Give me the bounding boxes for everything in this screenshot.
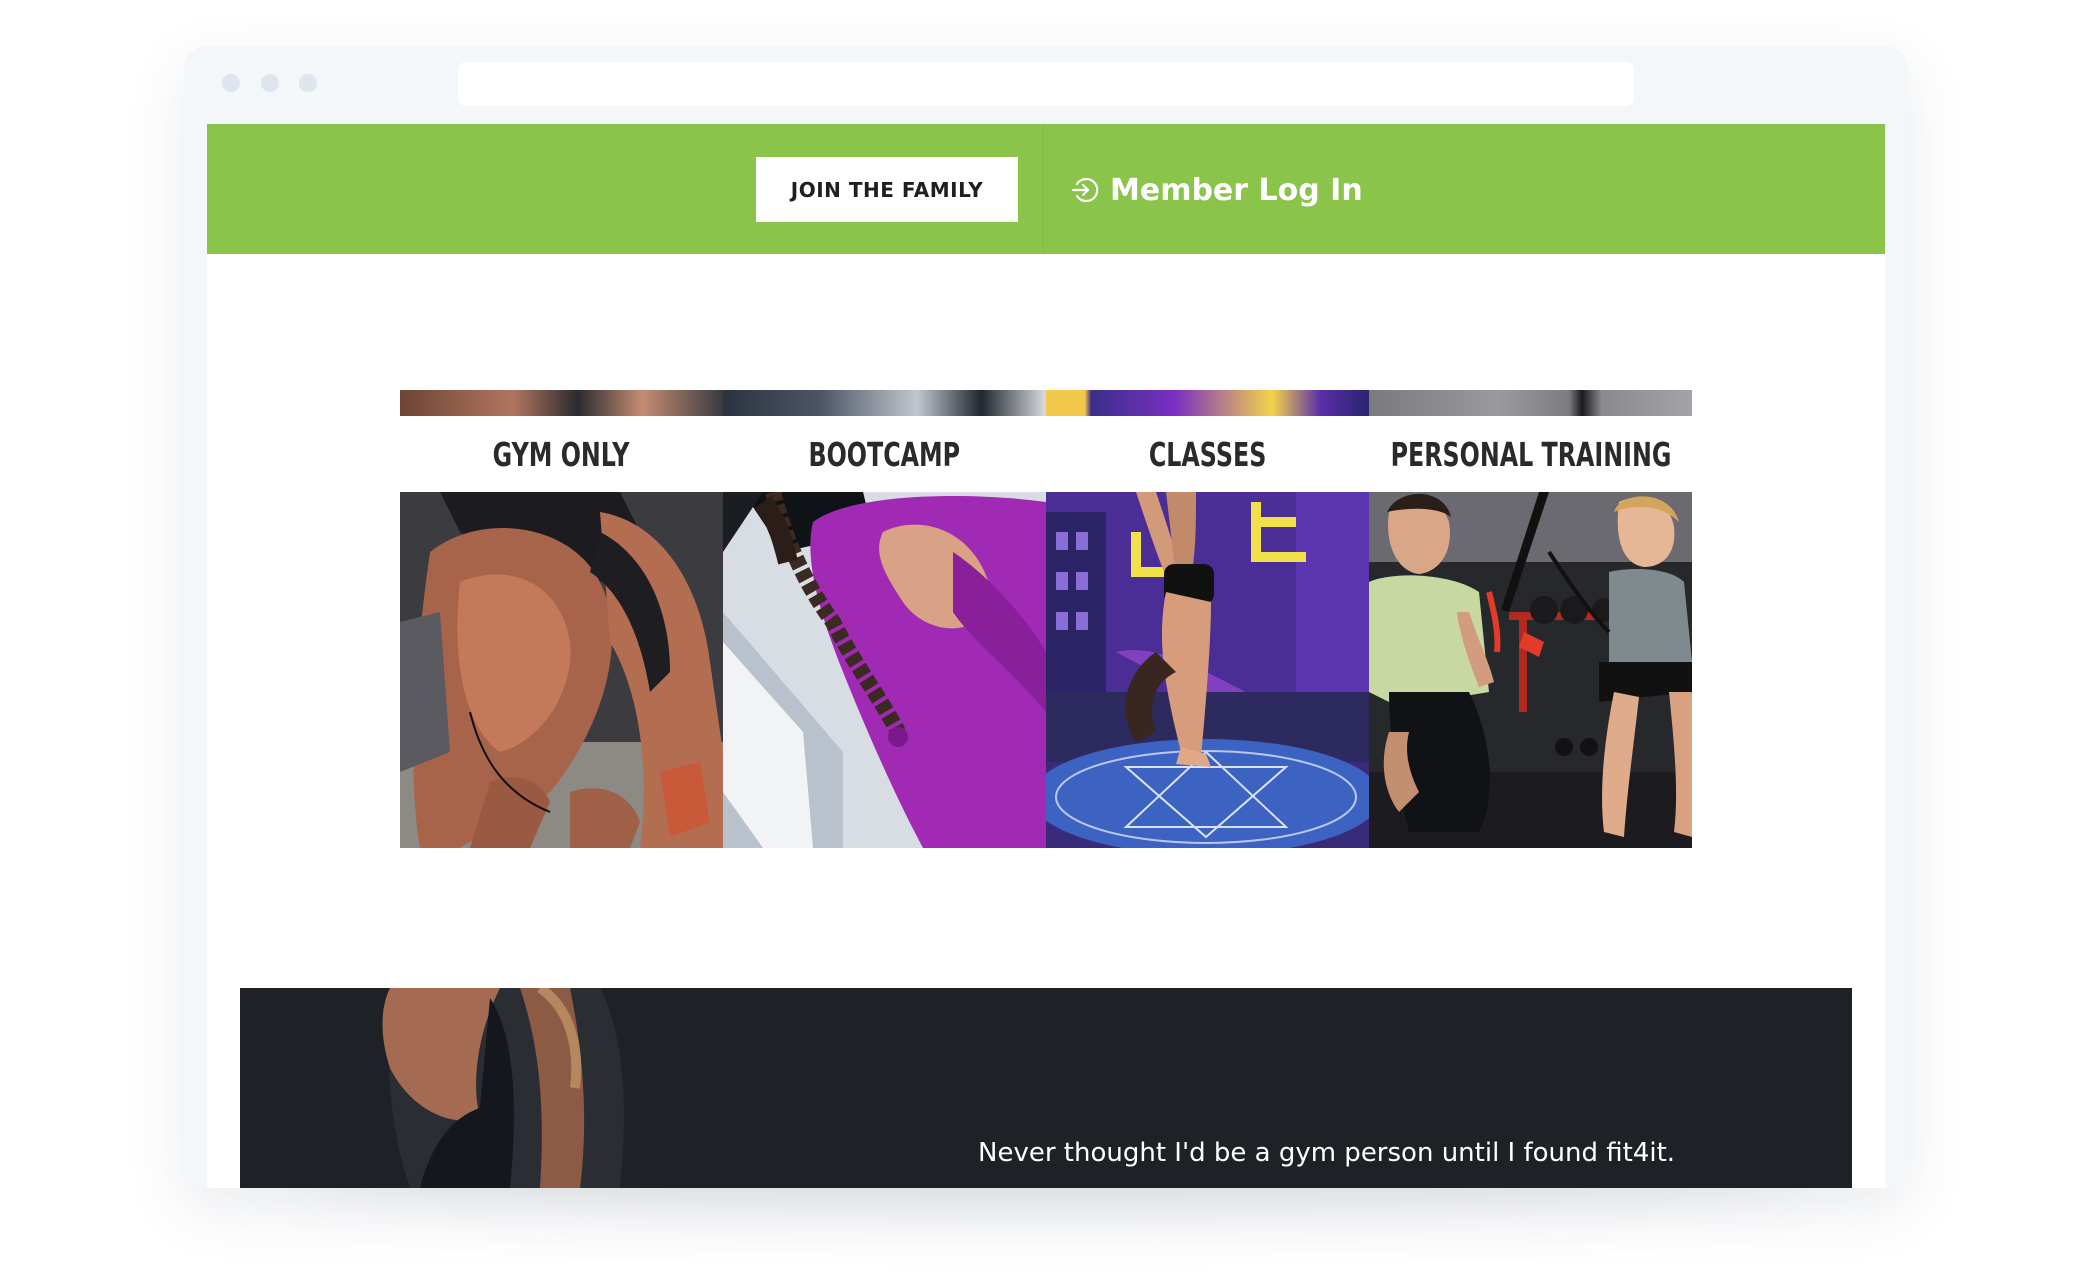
- window-close-dot[interactable]: [222, 74, 240, 92]
- testimonial-section: Never thought I'd be a gym person until …: [240, 988, 1852, 1188]
- program-card-classes[interactable]: CLASSES: [1046, 390, 1369, 848]
- join-button-label: JOIN THE FAMILY: [790, 177, 984, 202]
- top-bar-divider: [1043, 124, 1044, 254]
- browser-window: JOIN THE FAMILY Member Log In GYM ONLY B…: [184, 46, 1908, 1188]
- muscular-man-tying-shoe-photo: [400, 492, 723, 848]
- address-bar[interactable]: [458, 62, 1634, 106]
- join-the-family-button[interactable]: JOIN THE FAMILY: [756, 157, 1018, 222]
- card-label-area: GYM ONLY: [400, 416, 723, 492]
- card-label-area: CLASSES: [1046, 416, 1369, 492]
- program-label: BOOTCAMP: [808, 434, 961, 474]
- card-top-strip: [400, 390, 723, 416]
- program-card-gym-only[interactable]: GYM ONLY: [400, 390, 723, 848]
- web-page: JOIN THE FAMILY Member Log In GYM ONLY B…: [207, 124, 1885, 1188]
- program-label: PERSONAL TRAINING: [1390, 434, 1671, 474]
- testimonial-athlete-photo: [240, 988, 800, 1188]
- program-label: GYM ONLY: [493, 434, 630, 474]
- login-arrow-icon: [1071, 177, 1099, 203]
- member-login-link[interactable]: Member Log In: [1070, 170, 1363, 210]
- trainer-and-client-gym-photo: [1369, 492, 1692, 848]
- card-top-strip: [723, 390, 1046, 416]
- program-card-personal-training[interactable]: PERSONAL TRAINING: [1369, 390, 1692, 848]
- card-label-area: BOOTCAMP: [723, 416, 1046, 492]
- window-minimize-dot[interactable]: [261, 74, 279, 92]
- card-top-strip: [1046, 390, 1369, 416]
- program-label: CLASSES: [1148, 434, 1267, 474]
- testimonial-quote: Never thought I'd be a gym person until …: [978, 1138, 1676, 1168]
- member-login-label: Member Log In: [1110, 172, 1363, 208]
- woman-braid-purple-shirt-photo: [723, 492, 1046, 848]
- card-top-strip: [1369, 390, 1692, 416]
- card-label-area: PERSONAL TRAINING: [1369, 416, 1692, 492]
- program-cards: GYM ONLY BOOTCAMP CLASSES PERSONAL TRAIN…: [400, 390, 1692, 848]
- woman-handstand-mural-photo: [1046, 492, 1369, 848]
- window-maximize-dot[interactable]: [299, 74, 317, 92]
- program-card-bootcamp[interactable]: BOOTCAMP: [723, 390, 1046, 848]
- top-bar: JOIN THE FAMILY Member Log In: [207, 124, 1885, 254]
